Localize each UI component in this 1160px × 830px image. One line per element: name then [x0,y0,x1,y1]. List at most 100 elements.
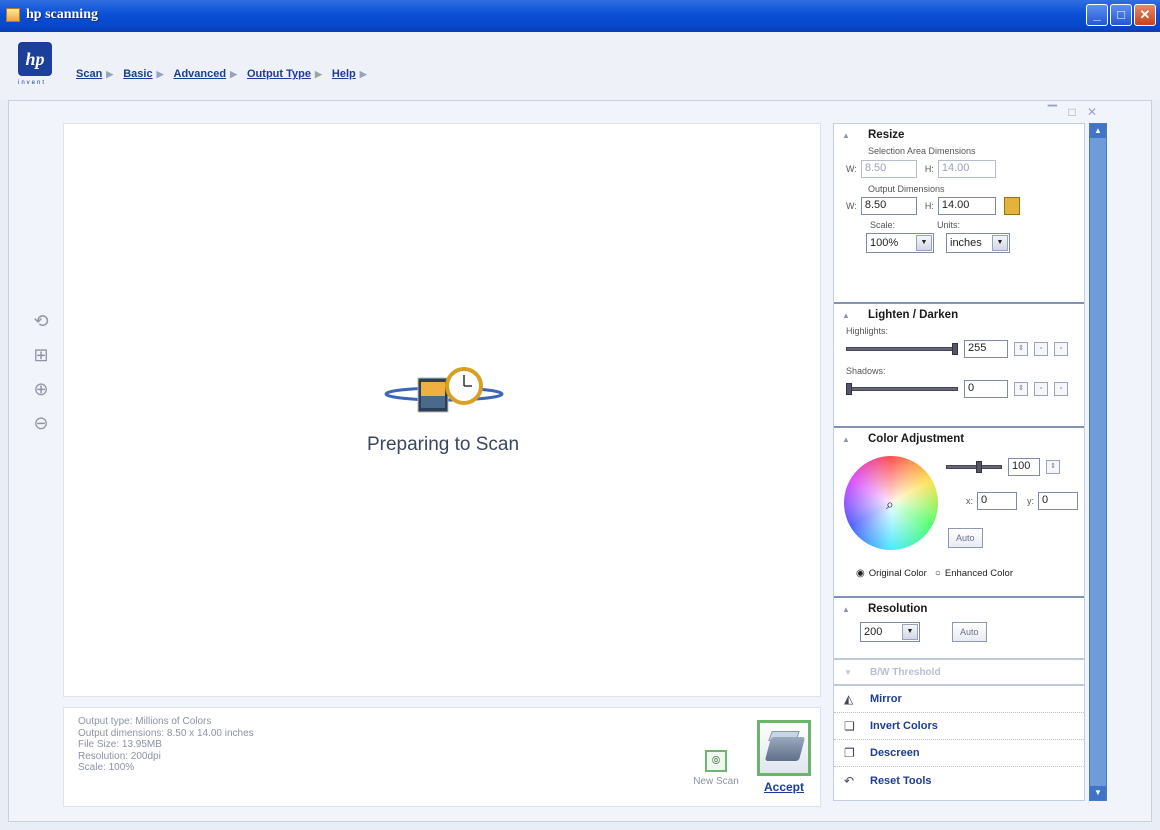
bw-threshold-title: B/W Threshold [870,666,941,678]
menu-advanced-label: Advanced [173,68,227,80]
highlights-label: Highlights: [846,326,889,336]
selection-height-field: 14.00 [937,160,996,178]
saturation-field[interactable]: 100 [1008,458,1040,476]
menu-output-type[interactable]: Output Type ▶ [247,68,322,80]
collapse-icon[interactable]: ▲ [842,311,868,320]
resolution-header[interactable]: ▲ Resolution [834,598,1084,620]
preview-area: Preparing to Scan [63,123,821,697]
units-select[interactable]: inches ▼ [946,233,1010,253]
eyedropper-icon[interactable]: ▫ [1034,382,1048,396]
shadows-slider-thumb[interactable] [846,383,852,395]
zoom-out-icon[interactable]: ⊖ [29,411,53,435]
menu-scan-label: Scan [76,68,103,80]
shadows-field[interactable]: 0 [964,380,1008,398]
menu-output-type-label: Output Type [247,68,311,80]
tools-scrollbar[interactable]: ▲ ▼ [1089,123,1107,801]
menu-basic[interactable]: Basic ▶ [123,68,163,80]
menu-area: hp invent Scan ▶ Basic ▶ Advanced ▶ Output … [0,32,1160,100]
collapse-icon[interactable]: ▲ [842,131,868,140]
new-scan-icon: ⦾ [705,750,727,772]
status-resolution: Resolution: 200dpi [78,750,161,762]
eyedropper-icon[interactable]: ▫ [1034,342,1048,356]
invert-colors-icon: ❏ [844,719,855,733]
y-field[interactable]: 0 [1038,492,1079,510]
collapse-icon[interactable]: ▲ [842,435,868,444]
menu-scan[interactable]: Scan ▶ [76,68,113,80]
chevron-down-icon: ▼ [902,624,918,640]
resolution-auto-button[interactable]: Auto [952,622,987,642]
chevron-right-icon: ▶ [359,68,367,79]
reset-tools-button[interactable]: ↶ Reset Tools [834,767,1084,794]
accept-button[interactable]: Accept [756,720,812,794]
mirror-icon: ◭ [844,692,854,706]
scroll-up-icon[interactable]: ▲ [1090,124,1106,138]
invert-colors-button[interactable]: ❏ Invert Colors [834,713,1084,740]
lighten-darken-header[interactable]: ▲ Lighten / Darken [834,304,1084,326]
chevron-right-icon: ▶ [314,68,322,79]
resize-header[interactable]: ▲ Resize [834,124,1084,146]
descreen-button[interactable]: ❐ Descreen [834,740,1084,767]
saturation-slider-thumb[interactable] [976,461,982,473]
zoom-in-icon[interactable]: ⊕ [29,377,53,401]
minimize-button[interactable]: _ [1086,4,1108,26]
new-scan-button[interactable]: ⦾ New Scan [692,750,740,787]
sel-h-label: H: [924,164,934,174]
color-adjustment-title: Color Adjustment [868,433,965,445]
chevron-right-icon: ▶ [106,68,114,79]
app-icon [6,8,20,22]
status-scale: Scale: 100% [78,762,135,773]
shadows-slider[interactable] [846,383,958,395]
original-color-label: Original Color [868,568,927,579]
scroll-down-icon[interactable]: ▼ [1090,786,1106,800]
maximize-button[interactable]: □ [1110,4,1132,26]
descreen-icon: ❐ [844,746,855,760]
highlights-slider-thumb[interactable] [952,343,958,355]
status-output-dimensions: Output dimensions: 8.50 x 14.00 inches [78,727,254,739]
output-dimensions-label: Output Dimensions [868,184,945,194]
highlights-field[interactable]: 255 [964,340,1008,358]
scanning-icon [384,367,504,413]
stepper-icon[interactable]: ⇕ [1046,460,1060,474]
picker-icon[interactable]: ▫ [1054,342,1068,356]
scale-value: 100% [870,237,899,249]
menu-bar: Scan ▶ Basic ▶ Advanced ▶ Output Type ▶ Help… [76,68,367,80]
resize-section: ▲ Resize Selection Area Dimensions W: 8.… [834,124,1084,304]
radio-selected-icon[interactable]: ◉ [856,568,865,579]
collapse-icon[interactable]: ▲ [842,605,868,614]
x-field[interactable]: 0 [977,492,1018,510]
radio-empty-icon[interactable]: ○ [935,568,941,579]
stepper-icon[interactable]: ⇕ [1014,342,1028,356]
lock-aspect-icon[interactable] [1003,197,1020,215]
output-width-field[interactable]: 8.50 [860,197,917,215]
reset-icon: ↶ [844,773,855,788]
left-toolbar: ⟲ ⊞ ⊕ ⊖ [29,309,53,435]
chevron-right-icon: ▶ [230,68,237,79]
selection-area-label: Selection Area Dimensions [868,146,976,156]
magnifier-icon: ⌕ [886,496,894,512]
reset-tools-label: Reset Tools [870,774,932,787]
menu-help[interactable]: Help ▶ [332,68,367,80]
picker-icon[interactable]: ▫ [1054,382,1068,396]
color-auto-button[interactable]: Auto [948,528,983,548]
menu-advanced[interactable]: Advanced ▶ [174,68,238,80]
panel-window-controls[interactable]: ▔ □ ✕ [1048,105,1101,119]
stepper-icon[interactable]: ⇕ [1014,382,1028,396]
highlights-slider[interactable] [846,343,958,355]
scale-select[interactable]: 100% ▼ [866,233,934,253]
x-label: x: [966,496,974,506]
scanner-icon [757,720,811,776]
output-height-field[interactable]: 14.00 [937,197,996,215]
color-adjustment-header[interactable]: ▲ Color Adjustment [834,428,1084,450]
saturation-slider[interactable] [946,461,1002,473]
rotate-icon[interactable]: ⟲ [29,309,53,333]
resolution-title: Resolution [868,603,928,615]
mirror-button[interactable]: ◭ Mirror [834,686,1084,713]
hp-logo: hp [18,42,52,76]
close-button[interactable]: ✕ [1134,4,1156,26]
resize-title: Resize [868,129,905,141]
out-w-label: W: [846,201,857,211]
resolution-select[interactable]: 200 ▼ [860,622,920,642]
crop-icon[interactable]: ⊞ [29,343,53,367]
lighten-darken-section: ▲ Lighten / Darken Highlights: 255 ⇕ ▫ ▫… [834,304,1084,428]
color-wheel[interactable]: ⌕ [844,452,938,554]
